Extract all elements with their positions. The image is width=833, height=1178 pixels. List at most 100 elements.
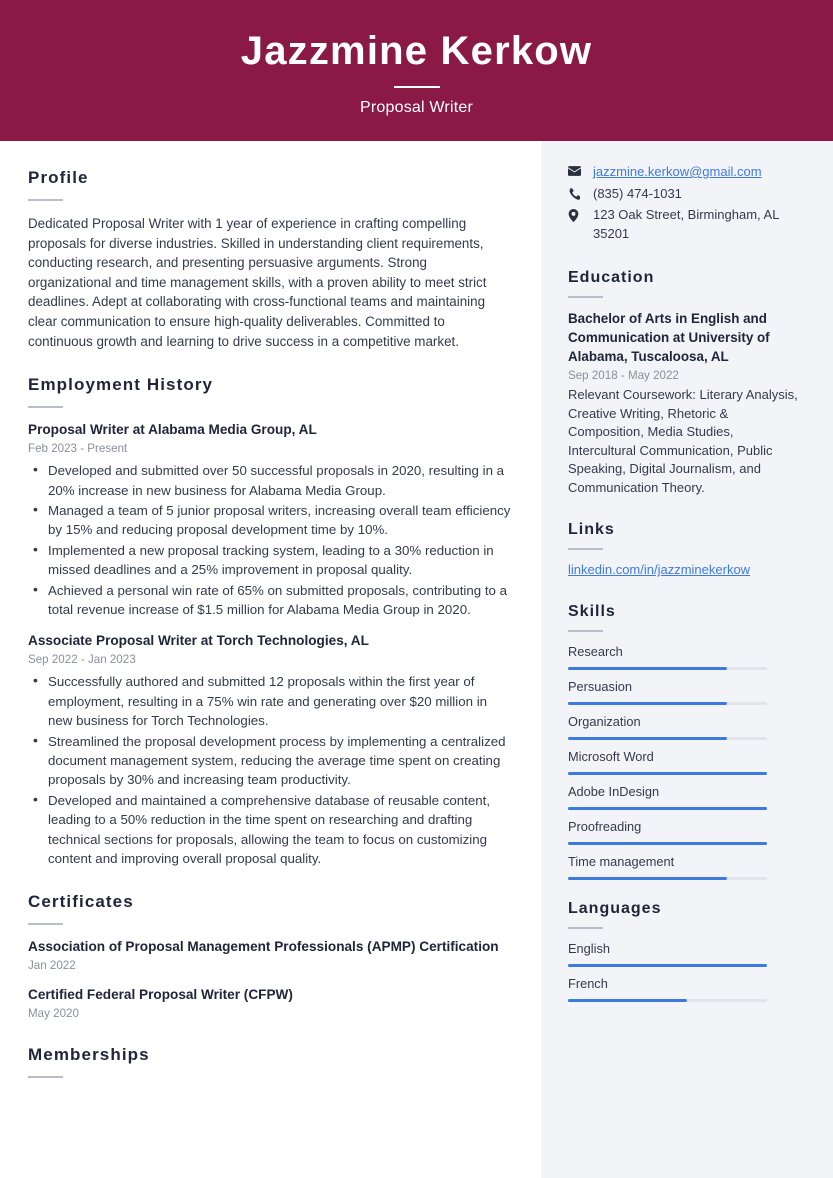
skill-bar-fill [568, 842, 767, 845]
skill-bar-fill [568, 807, 767, 810]
skill-label: Adobe InDesign [568, 784, 660, 799]
section-employment-history: Employment History Proposal Writer at Al… [28, 375, 511, 868]
section-heading-languages: Languages [568, 900, 662, 917]
language-label: French [568, 976, 608, 991]
employment-entry: Proposal Writer at Alabama Media Group, … [28, 421, 511, 619]
list-item: Developed and submitted over 50 successf… [28, 460, 511, 500]
section-heading-skills: Skills [568, 603, 616, 620]
skill-label: Proofreading [568, 819, 642, 834]
language-bar-track [568, 964, 767, 967]
skill-bar-track [568, 737, 767, 740]
list-item: Managed a team of 5 junior proposal writ… [28, 500, 511, 540]
section-languages: Languages English French [568, 900, 801, 1002]
skill-item: Research [568, 643, 801, 670]
education-degree: Bachelor of Arts in English and Communic… [568, 311, 770, 364]
section-divider [28, 1076, 63, 1079]
section-divider [568, 927, 603, 929]
skill-bar-track [568, 842, 767, 845]
skill-item: Proofreading [568, 818, 801, 845]
skill-label: Time management [568, 854, 675, 869]
section-heading-certificates: Certificates [28, 892, 134, 912]
list-item: Successfully authored and submitted 12 p… [28, 671, 511, 730]
section-divider [28, 199, 63, 201]
language-bar-fill [568, 964, 767, 967]
employment-bullets: Successfully authored and submitted 12 p… [28, 671, 511, 869]
skill-item: Microsoft Word [568, 748, 801, 775]
employment-title: Proposal Writer at Alabama Media Group, … [28, 422, 317, 438]
envelope-icon [568, 163, 586, 176]
contact-list: jazzmine.kerkow@gmail.com (835) 474-1031… [568, 163, 801, 243]
language-item: English [568, 940, 801, 967]
skill-label: Microsoft Word [568, 749, 654, 764]
section-divider [568, 630, 603, 632]
main-column: Profile Dedicated Proposal Writer with 1… [0, 141, 541, 1178]
skill-bar-fill [568, 702, 728, 705]
skill-item: Adobe InDesign [568, 783, 801, 810]
list-item: Implemented a new proposal tracking syst… [28, 540, 511, 580]
certificate-title: Association of Proposal Management Profe… [28, 939, 499, 955]
contact-row-email: jazzmine.kerkow@gmail.com [568, 163, 801, 182]
skill-bar-track [568, 667, 767, 670]
section-education: Education Bachelor of Arts in English an… [568, 269, 801, 497]
skill-label: Persuasion [568, 679, 633, 694]
resume-page: Jazzmine Kerkow Proposal Writer Profile … [0, 0, 833, 1178]
certificate-date: May 2020 [28, 1007, 79, 1021]
email-link[interactable]: jazzmine.kerkow@gmail.com [593, 163, 762, 182]
section-heading-memberships: Memberships [28, 1045, 150, 1065]
certificate-date: Jan 2022 [28, 959, 76, 973]
skill-bar-track [568, 807, 767, 810]
employment-bullets: Developed and submitted over 50 successf… [28, 460, 511, 620]
skill-item: Persuasion [568, 678, 801, 705]
section-skills: Skills Research Persuasion Organization [568, 603, 801, 880]
skill-item: Organization [568, 713, 801, 740]
section-heading-education: Education [568, 269, 655, 286]
list-item: Developed and maintained a comprehensive… [28, 790, 511, 869]
section-heading-profile: Profile [28, 168, 89, 187]
certificate-entry: Certified Federal Proposal Writer (CFPW)… [28, 986, 511, 1021]
linkedin-link[interactable]: linkedin.com/in/jazzminekerkow [568, 562, 750, 577]
education-description: Relevant Coursework: Literary Analysis, … [568, 387, 798, 495]
section-links: Links linkedin.com/in/jazzminekerkow [568, 521, 801, 579]
skill-bar-fill [568, 667, 728, 670]
section-heading-links: Links [568, 521, 615, 538]
section-divider [568, 548, 603, 550]
phone-number: (835) 474-1031 [593, 185, 682, 201]
certificate-title: Certified Federal Proposal Writer (CFPW) [28, 987, 293, 1003]
certificate-entry: Association of Proposal Management Profe… [28, 938, 511, 973]
employment-title: Associate Proposal Writer at Torch Techn… [28, 633, 369, 649]
skill-bar-fill [568, 737, 728, 740]
job-title: Proposal Writer [360, 98, 473, 116]
skill-bar-track [568, 877, 767, 880]
skill-bar-track [568, 772, 767, 775]
list-item: Streamlined the proposal development pro… [28, 731, 511, 790]
phone-icon [568, 185, 586, 200]
address-text: 123 Oak Street, Birmingham, AL 35201 [593, 207, 779, 241]
language-item: French [568, 975, 801, 1002]
employment-date: Feb 2023 - Present [28, 442, 128, 456]
section-heading-employment: Employment History [28, 375, 214, 395]
section-memberships: Memberships [28, 1045, 511, 1079]
section-divider [28, 406, 63, 409]
page-title: Jazzmine Kerkow [240, 28, 593, 73]
language-bar-track [568, 999, 767, 1002]
education-date: Sep 2018 - May 2022 [568, 369, 679, 382]
skill-label: Research [568, 644, 623, 659]
resume-header: Jazzmine Kerkow Proposal Writer [0, 0, 833, 141]
sidebar-column: jazzmine.kerkow@gmail.com (835) 474-1031… [541, 141, 833, 1178]
section-divider [568, 296, 603, 298]
header-divider [393, 85, 440, 88]
language-label: English [568, 941, 610, 956]
employment-date: Sep 2022 - Jan 2023 [28, 653, 136, 667]
list-item: Achieved a personal win rate of 65% on s… [28, 580, 511, 620]
skill-bar-fill [568, 772, 767, 775]
content-columns: Profile Dedicated Proposal Writer with 1… [0, 141, 833, 1178]
section-divider [28, 923, 63, 926]
skill-label: Organization [568, 714, 641, 729]
skill-item: Time management [568, 853, 801, 880]
profile-text: Dedicated Proposal Writer with 1 year of… [28, 216, 487, 349]
skill-bar-track [568, 702, 767, 705]
section-certificates: Certificates Association of Proposal Man… [28, 892, 511, 1021]
language-bar-fill [568, 999, 688, 1002]
section-profile: Profile Dedicated Proposal Writer with 1… [28, 168, 511, 351]
skill-bar-fill [568, 877, 728, 880]
